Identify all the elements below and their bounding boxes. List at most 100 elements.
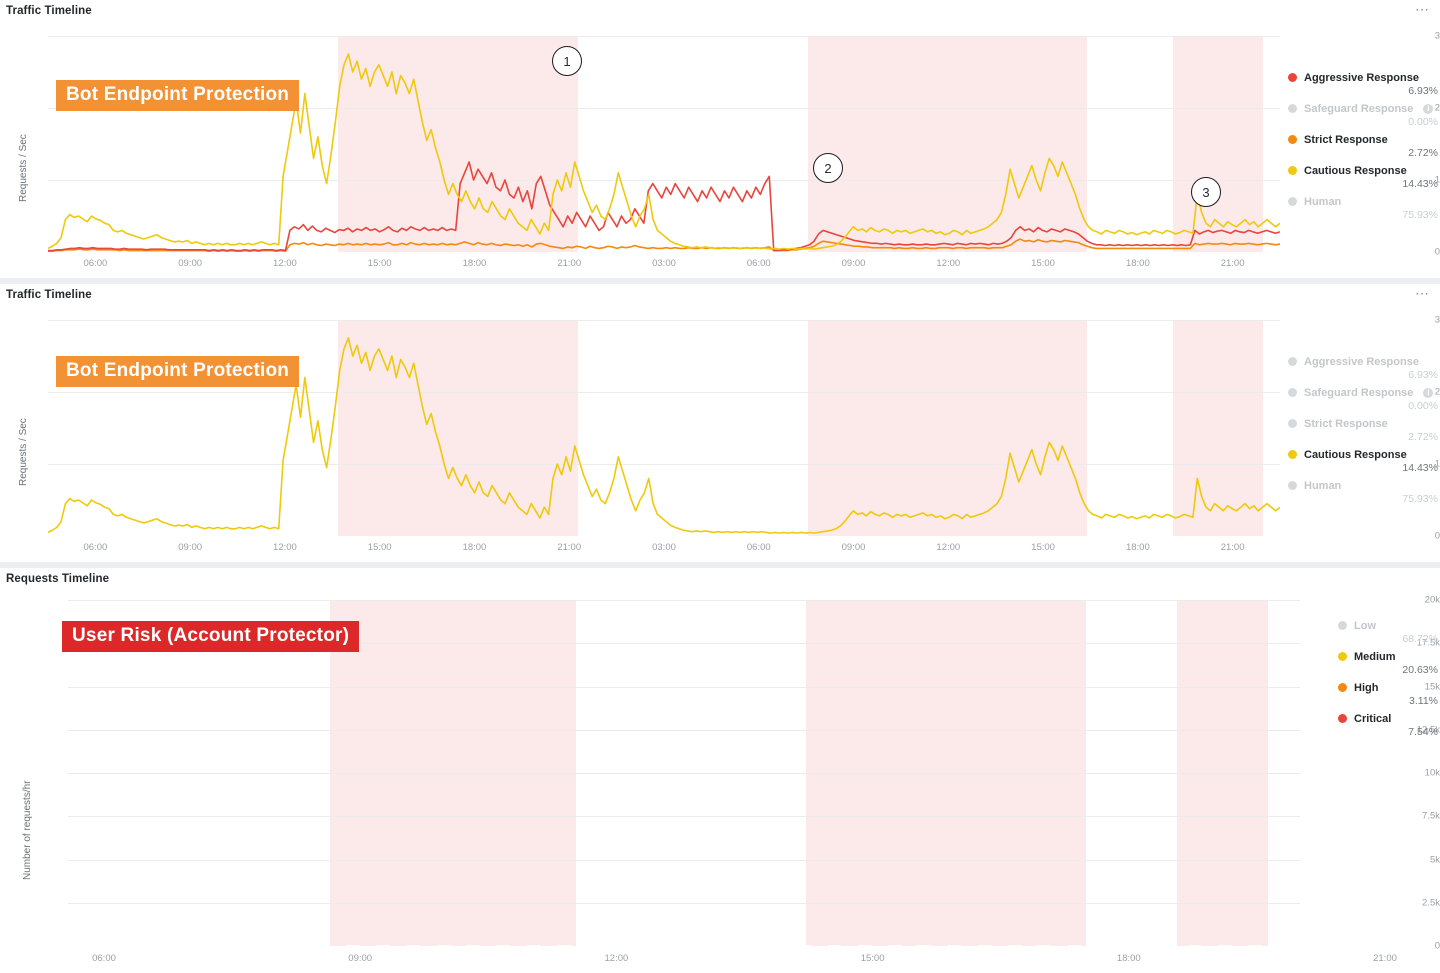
bar-segment-high bbox=[948, 945, 961, 946]
x-tick: 06:00 bbox=[83, 542, 108, 553]
x-tick: 03:00 bbox=[652, 542, 676, 553]
legend-label: Safeguard Response bbox=[1304, 102, 1414, 115]
legend-item-low[interactable]: Low 68.72% bbox=[1338, 618, 1438, 645]
legend-label: Critical bbox=[1354, 712, 1392, 725]
plot-region-1 bbox=[48, 36, 1280, 252]
legend-label: Strict Response bbox=[1304, 133, 1388, 146]
legend-color-dot bbox=[1288, 197, 1297, 206]
info-icon[interactable]: i bbox=[1423, 387, 1434, 398]
legend-item-human[interactable]: Human 75.93% bbox=[1288, 194, 1438, 221]
overlay-badge-user-risk: User Risk (Account Protector) bbox=[62, 621, 360, 652]
legend-color-dot bbox=[1338, 714, 1347, 723]
y-tick: 20k bbox=[1424, 594, 1440, 606]
legend-value: 6.93% bbox=[1408, 369, 1438, 381]
legend-label: Human bbox=[1304, 195, 1342, 208]
bar-segment-critical bbox=[707, 945, 721, 946]
legend-value: 14.43% bbox=[1402, 462, 1438, 474]
panel-header: Traffic Timeline ⋯ bbox=[0, 0, 1440, 22]
legend-item-critical[interactable]: Critical 7.54% bbox=[1338, 711, 1438, 738]
panel-menu-button[interactable]: ⋯ bbox=[1413, 286, 1432, 302]
legend-item-aggressive-response[interactable]: Aggressive Response 6.93% bbox=[1288, 70, 1438, 97]
legend-item-medium[interactable]: Medium 20.63% bbox=[1338, 649, 1438, 676]
legend-label: Medium bbox=[1354, 650, 1396, 663]
legend-item-strict-response[interactable]: Strict Response 2.72% bbox=[1288, 416, 1438, 443]
bar-segment-critical bbox=[257, 945, 270, 946]
legend-item-cautious-response[interactable]: Cautious Response 14.43% bbox=[1288, 163, 1438, 190]
bar-segment-critical bbox=[136, 945, 150, 946]
bar-segment-critical bbox=[196, 945, 210, 946]
bar-segment-critical bbox=[587, 945, 601, 946]
legend-3: Low 68.72% Medium 20.63% High 3.11% Critical 7.… bbox=[1338, 618, 1438, 742]
legend-value: 2.72% bbox=[1408, 147, 1438, 159]
bar-segment-critical bbox=[677, 945, 691, 946]
legend-value: 75.93% bbox=[1402, 209, 1438, 221]
bar-segment-critical bbox=[527, 945, 541, 946]
panel-title: Requests Timeline bbox=[6, 573, 110, 585]
panel-menu-button[interactable]: ⋯ bbox=[1413, 2, 1432, 18]
legend-label: Cautious Response bbox=[1304, 448, 1407, 461]
x-tick: 18:00 bbox=[462, 258, 487, 269]
plot-region-3 bbox=[68, 600, 1300, 946]
traffic-timeline-panel-1: Traffic Timeline ⋯ 3 2 1 0 Requests / Se… bbox=[0, 0, 1440, 278]
bar-segment-critical bbox=[166, 945, 180, 946]
overlay-badge-bot-endpoint-protection-1: Bot Endpoint Protection bbox=[56, 80, 300, 111]
bar-segment-critical bbox=[557, 945, 571, 946]
bar-segment-critical bbox=[827, 945, 841, 946]
x-tick: 21:00 bbox=[1373, 953, 1397, 964]
x-tick: 21:00 bbox=[557, 258, 582, 269]
legend-1: Aggressive Response 6.93% Safeguard Respon… bbox=[1288, 70, 1438, 225]
bar-segment-critical bbox=[1098, 945, 1111, 946]
x-tick: 15:00 bbox=[860, 953, 885, 964]
bar-segment-critical bbox=[437, 945, 450, 946]
bar-segment-critical bbox=[797, 945, 811, 946]
panel-menu-button[interactable] bbox=[1428, 577, 1432, 581]
x-tick: 12:00 bbox=[936, 258, 961, 269]
bar-segment-critical bbox=[76, 945, 90, 946]
chart-canvas-3: 20k 17.5k 15k 12.5k 10k 7.5k 5k 2.5k 0 Number of… bbox=[0, 590, 1440, 973]
legend-item-cautious-response[interactable]: Cautious Response 14.43% bbox=[1288, 447, 1438, 474]
y-tick: 2.5k bbox=[1422, 897, 1440, 909]
legend-label: Aggressive Response bbox=[1304, 355, 1419, 368]
bar-group-container bbox=[68, 600, 1300, 946]
panel-title: Traffic Timeline bbox=[6, 289, 92, 301]
legend-item-safeguard-response[interactable]: Safeguard Response i 0.00% bbox=[1288, 101, 1438, 128]
bar-segment-critical bbox=[407, 945, 420, 946]
legend-value: 0.00% bbox=[1408, 116, 1438, 128]
legend-value: 20.63% bbox=[1402, 664, 1438, 676]
legend-color-dot bbox=[1338, 652, 1347, 661]
panel-title: Traffic Timeline bbox=[6, 5, 92, 17]
bar-segment-high bbox=[1038, 945, 1051, 946]
requests-timeline-panel: Requests Timeline 20k 17.5k 15k 12.5k 10k 7.5… bbox=[0, 568, 1440, 973]
bar-segment-critical bbox=[317, 945, 330, 946]
legend-item-strict-response[interactable]: Strict Response 2.72% bbox=[1288, 132, 1438, 159]
traffic-timeline-panel-2: Traffic Timeline ⋯ 3 2 1 0 Requests / Se… bbox=[0, 284, 1440, 562]
legend-color-dot bbox=[1338, 683, 1347, 692]
bar-segment-critical bbox=[467, 945, 480, 946]
bar-segment-high bbox=[1068, 945, 1081, 946]
legend-item-human[interactable]: Human 75.93% bbox=[1288, 478, 1438, 505]
x-tick: 09:00 bbox=[178, 542, 203, 553]
x-tick: 15:00 bbox=[1031, 542, 1055, 553]
x-tick: 03:00 bbox=[652, 258, 676, 269]
bar-segment-critical bbox=[497, 945, 510, 946]
legend-item-aggressive-response[interactable]: Aggressive Response 6.93% bbox=[1288, 354, 1438, 381]
y-tick: 10k bbox=[1424, 767, 1440, 779]
legend-item-high[interactable]: High 3.11% bbox=[1338, 680, 1438, 707]
x-tick: 09:00 bbox=[178, 258, 203, 269]
bar-segment-critical bbox=[1218, 945, 1232, 946]
bar-segment-critical bbox=[617, 945, 631, 946]
bar-segment-critical bbox=[226, 945, 240, 946]
bar-segment-critical bbox=[737, 945, 751, 946]
x-tick: 18:00 bbox=[462, 542, 487, 553]
legend-color-dot bbox=[1288, 357, 1297, 366]
series-line-aggressive-response bbox=[48, 162, 1280, 251]
legend-color-dot bbox=[1338, 621, 1347, 630]
legend-label: Cautious Response bbox=[1304, 164, 1407, 177]
annotation-marker-3: 3 bbox=[1191, 177, 1221, 207]
panel-header: Traffic Timeline ⋯ bbox=[0, 284, 1440, 306]
info-icon[interactable]: i bbox=[1423, 103, 1434, 114]
bar-segment-critical bbox=[1158, 945, 1172, 946]
legend-item-safeguard-response[interactable]: Safeguard Response i 0.00% bbox=[1288, 385, 1438, 412]
legend-2: Aggressive Response 6.93% Safeguard Respon… bbox=[1288, 354, 1438, 509]
y-axis-label-1: Requests / Sec bbox=[18, 134, 29, 202]
